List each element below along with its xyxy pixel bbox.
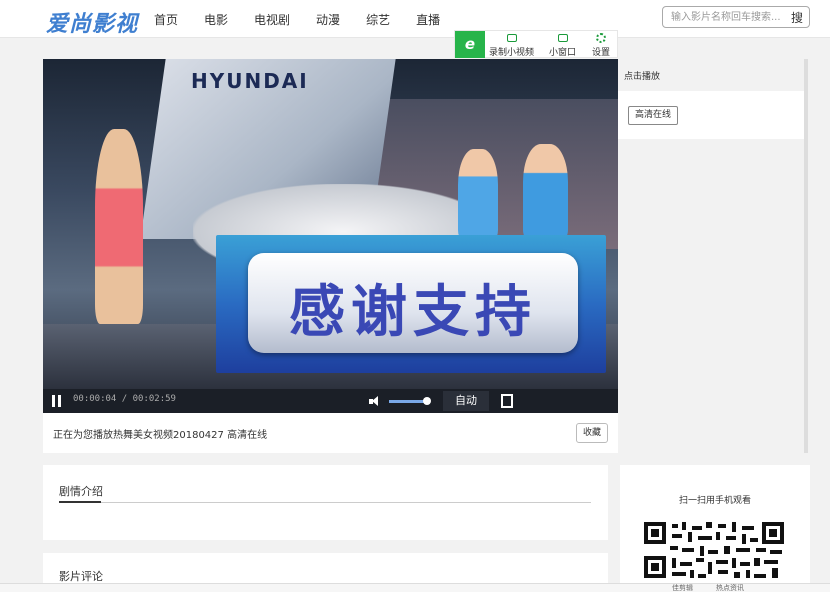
search-box: 搜: [662, 6, 810, 28]
video-frame: HYUNDAI 感谢支持: [43, 59, 618, 389]
tv-icon: [557, 34, 568, 42]
record-clip-button[interactable]: 录制小视频: [489, 33, 534, 58]
video-overlay-banner: 感谢支持: [216, 235, 606, 373]
site-header: 爱尚影视 首页 电影 电视剧 动漫 综艺 直播 搜: [0, 0, 830, 38]
quality-selector[interactable]: 自动: [443, 391, 489, 411]
reviews-title: 影片评论: [59, 570, 103, 583]
nav-item-movies[interactable]: 电影: [204, 11, 228, 28]
nav-item-live[interactable]: 直播: [416, 11, 440, 28]
fullscreen-icon-corner: [501, 396, 513, 408]
favorite-button[interactable]: 收藏: [576, 423, 608, 443]
mini-window-button[interactable]: 小窗口: [549, 33, 576, 58]
source-hd-online-button[interactable]: 高清在线: [628, 106, 678, 125]
video-figure: [523, 144, 568, 239]
pause-icon[interactable]: [51, 395, 63, 407]
camera-icon: [506, 34, 517, 42]
now-playing-text: 正在为您播放热舞美女视频20180427 高清在线: [53, 430, 268, 441]
nav-item-variety[interactable]: 综艺: [366, 11, 390, 28]
qr-label: 扫一扫用手机观看: [678, 496, 751, 506]
video-figure: [95, 129, 143, 324]
record-clip-label: 录制小视频: [489, 48, 535, 58]
edge-browser-icon[interactable]: e: [455, 31, 485, 58]
nav-item-anime[interactable]: 动漫: [316, 11, 340, 28]
playback-time: 00:00:04 / 00:02:59: [73, 394, 176, 404]
bottom-toolbar: 佳剪辑 热点资讯: [0, 583, 830, 592]
active-tab-underline: [59, 501, 101, 503]
footer-item-news[interactable]: 热点资讯: [716, 584, 744, 592]
synopsis-tab[interactable]: 剧情介绍: [59, 483, 103, 499]
nav-item-tv[interactable]: 电视剧: [254, 11, 290, 28]
source-panel-scrollbar[interactable]: [804, 59, 808, 453]
source-panel: 点击播放 高清在线: [618, 59, 808, 453]
search-input[interactable]: [663, 7, 785, 27]
qr-card: 扫一扫用手机观看: [620, 465, 810, 592]
volume-slider[interactable]: [389, 400, 427, 403]
banner-text: 感谢支持: [289, 279, 537, 345]
volume-knob[interactable]: [423, 397, 431, 405]
video-player[interactable]: HYUNDAI 感谢支持 00:00:04 / 00:02:59 自动: [43, 59, 618, 413]
qr-code-icon: [642, 520, 787, 580]
search-button[interactable]: 搜: [791, 9, 803, 26]
main-nav: 首页 电影 电视剧 动漫 综艺 直播: [154, 11, 466, 28]
divider: [59, 502, 591, 503]
time-current: 00:00:04: [73, 394, 117, 404]
settings-button[interactable]: 设置: [592, 33, 610, 58]
now-playing-bar: 正在为您播放热舞美女视频20180427 高清在线 收藏: [43, 413, 618, 453]
mini-window-label: 小窗口: [549, 48, 577, 58]
player-controls: 00:00:04 / 00:02:59 自动: [43, 389, 618, 413]
nav-item-home[interactable]: 首页: [154, 11, 178, 28]
player-toolbar: e 录制小视频 小窗口 设置: [454, 30, 618, 58]
synopsis-card: 剧情介绍: [43, 465, 608, 540]
gear-icon: [596, 33, 606, 43]
source-panel-empty: [618, 139, 808, 453]
video-figure: [458, 149, 498, 239]
footer-item-clip[interactable]: 佳剪辑: [672, 584, 693, 592]
time-total: 00:02:59: [132, 394, 176, 404]
source-panel-header: 点击播放: [618, 59, 808, 91]
time-separator: /: [121, 394, 128, 404]
volume-icon[interactable]: [369, 396, 381, 407]
site-logo[interactable]: 爱尚影视: [46, 6, 138, 38]
video-brand-text: HYUNDAI: [191, 69, 309, 93]
settings-label: 设置: [592, 48, 611, 58]
banner-plate: 感谢支持: [248, 253, 578, 353]
